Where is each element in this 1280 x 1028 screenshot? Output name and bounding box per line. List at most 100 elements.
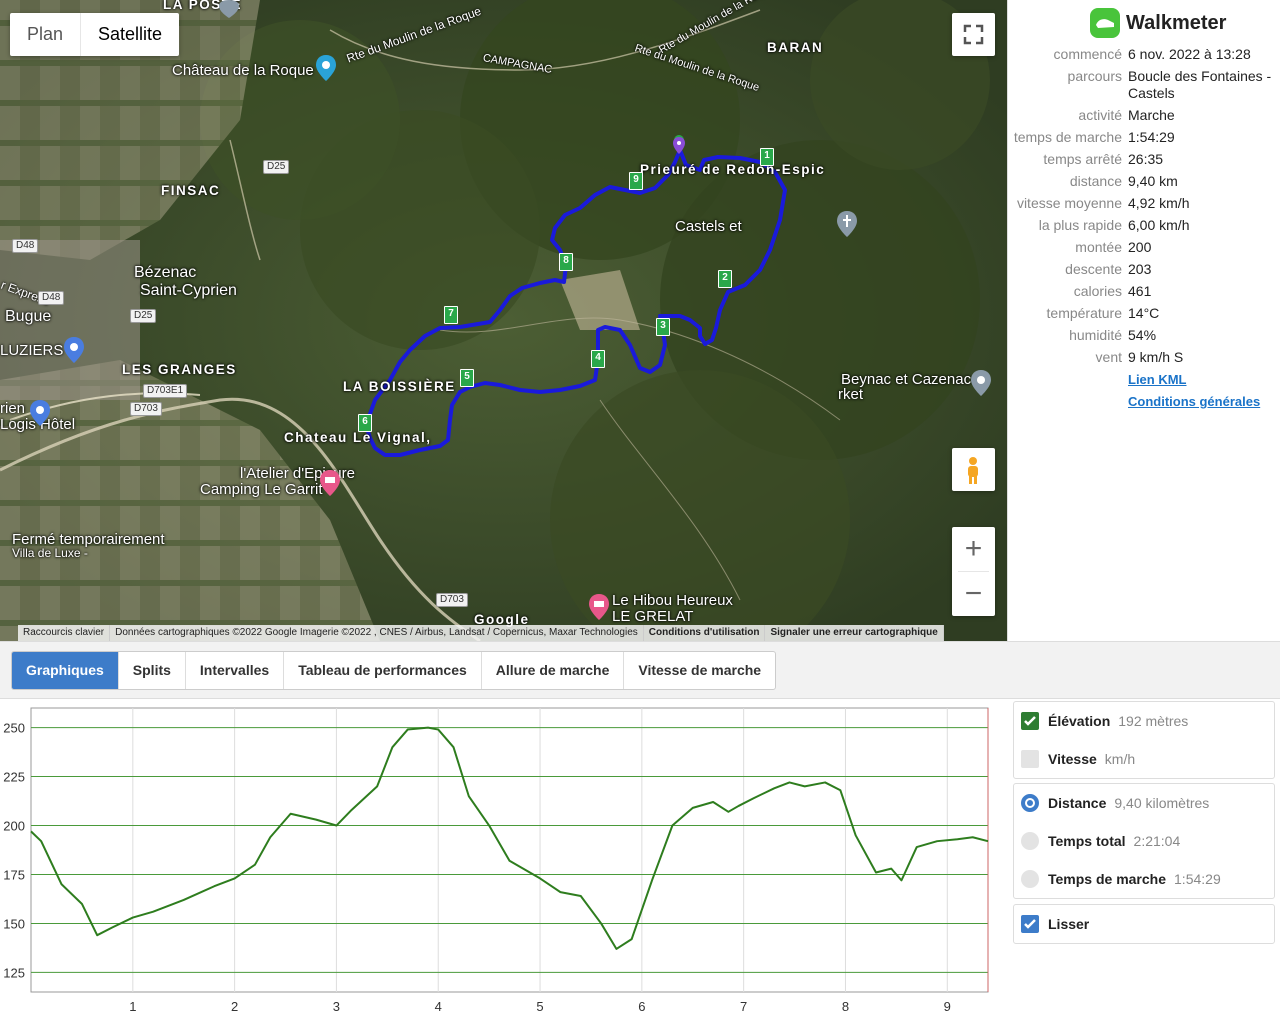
km-marker[interactable]: 6 xyxy=(358,414,372,432)
km-marker[interactable]: 4 xyxy=(591,350,605,368)
plot-area xyxy=(30,707,989,993)
total-time-radio-option[interactable]: Temps total 2:21:04 xyxy=(1014,822,1274,860)
stat-label: montée xyxy=(1075,239,1122,255)
stat-value: 461 xyxy=(1128,283,1152,299)
poi-pin-icon[interactable] xyxy=(320,470,340,496)
plan-button[interactable]: Plan xyxy=(10,13,80,56)
elevation-chart[interactable]: 1 2 3 4 5 6 7 8 9 125 150 175 200 225 250 xyxy=(0,697,1007,1023)
tab-vitesse-de-marche[interactable]: Vitesse de marche xyxy=(624,652,775,689)
tab-splits[interactable]: Splits xyxy=(119,652,186,689)
map-label: LE GRELAT xyxy=(612,608,694,625)
tab-allure-de-marche[interactable]: Allure de marche xyxy=(482,652,625,689)
checkbox-checked-icon[interactable] xyxy=(1021,915,1039,933)
map-label: Villa de Luxe - xyxy=(12,546,88,560)
stat-row: temps arrêté 26:35 xyxy=(1008,151,1280,168)
x-tick-label: 5 xyxy=(536,999,543,1014)
km-marker[interactable]: 9 xyxy=(629,172,643,190)
total-time-value: 2:21:04 xyxy=(1133,833,1181,849)
smooth-toggle[interactable]: Lisser xyxy=(1014,905,1274,943)
road-label: D703 xyxy=(130,402,162,416)
km-marker[interactable]: 2 xyxy=(718,270,732,288)
map-label: Château de la Roque xyxy=(172,62,314,79)
poi-pin-icon[interactable] xyxy=(971,370,991,396)
map-label: FINSAC xyxy=(161,183,221,198)
speed-label: Vitesse xyxy=(1048,751,1097,767)
km-marker[interactable]: 1 xyxy=(760,148,774,166)
x-tick-label: 2 xyxy=(231,999,238,1014)
stat-value: 26:35 xyxy=(1128,151,1164,167)
map-label: LES GRANGES xyxy=(122,362,237,377)
stat-row: humidité 54% xyxy=(1008,327,1280,344)
keyboard-shortcuts-link[interactable]: Raccourcis clavier xyxy=(18,625,111,641)
poi-pin-icon[interactable] xyxy=(316,55,336,81)
speed-unit: km/h xyxy=(1104,751,1136,767)
stat-label: activité xyxy=(1078,107,1122,123)
poi-pin-icon[interactable] xyxy=(30,400,50,426)
y-series-group: Élévation 192 mètres Vitesse km/h xyxy=(1013,701,1275,779)
terms-link[interactable]: Conditions générales xyxy=(1128,393,1280,410)
moving-time-radio-option[interactable]: Temps de marche 1:54:29 xyxy=(1014,860,1274,898)
stat-row: activité Marche xyxy=(1008,107,1280,124)
poi-pin-icon[interactable] xyxy=(219,0,239,18)
speed-toggle[interactable]: Vitesse km/h xyxy=(1014,740,1274,778)
distance-radio-option[interactable]: Distance 9,40 kilomètres xyxy=(1014,784,1274,822)
zoom-in-icon: + xyxy=(964,532,983,565)
stat-value: 6,00 km/h xyxy=(1128,217,1190,233)
walkmeter-logo-icon xyxy=(1090,8,1120,38)
tab-graphiques[interactable]: Graphiques xyxy=(12,652,119,689)
street-view-button[interactable] xyxy=(952,448,995,491)
stat-row: montée 200 xyxy=(1008,239,1280,256)
poi-pin-icon[interactable] xyxy=(64,337,84,363)
app-name: Walkmeter xyxy=(1126,11,1227,34)
x-tick-label: 8 xyxy=(842,999,849,1014)
start-pin-icon[interactable] xyxy=(671,134,687,156)
km-marker[interactable]: 3 xyxy=(656,318,670,336)
tab-tableau-de-performances[interactable]: Tableau de performances xyxy=(284,652,482,689)
km-marker[interactable]: 8 xyxy=(559,253,573,271)
route-map[interactable]: LA POSTE Château de la Roque BARAN Rte d… xyxy=(0,0,1007,641)
tab-intervalles[interactable]: Intervalles xyxy=(186,652,285,689)
stat-row: parcours Boucle des Fontaines - Castels xyxy=(1008,68,1280,102)
zoom-in-button[interactable]: + xyxy=(952,527,995,571)
satellite-button[interactable]: Satellite xyxy=(80,13,179,56)
checkbox-unchecked-icon[interactable] xyxy=(1021,750,1039,768)
kml-link[interactable]: Lien KML xyxy=(1128,371,1280,388)
radio-unselected-icon[interactable] xyxy=(1021,832,1039,850)
km-marker[interactable]: 7 xyxy=(444,306,458,324)
zoom-out-button[interactable]: − xyxy=(952,572,995,616)
y-tick-label: 175 xyxy=(3,867,25,882)
terms-link[interactable]: Conditions d'utilisation xyxy=(643,625,766,641)
radio-unselected-icon[interactable] xyxy=(1021,870,1039,888)
pegman-icon xyxy=(968,457,978,484)
y-tick-label: 200 xyxy=(3,819,25,834)
poi-pin-icon[interactable] xyxy=(837,211,857,237)
map-label: Castels et xyxy=(675,218,742,235)
zoom-out-icon: − xyxy=(964,577,983,610)
road-label: D48 xyxy=(12,239,39,253)
elevation-toggle[interactable]: Élévation 192 mètres xyxy=(1014,702,1274,740)
y-tick-label: 225 xyxy=(3,770,25,785)
map-label: rien xyxy=(0,400,26,417)
km-marker[interactable]: 5 xyxy=(460,369,474,387)
checkbox-checked-icon[interactable] xyxy=(1021,712,1039,730)
activity-info-panel: Walkmeter commencé 6 nov. 2022 à 13:28 par… xyxy=(1007,0,1280,641)
stat-row: calories 461 xyxy=(1008,283,1280,300)
stat-value: 9 km/h S xyxy=(1128,349,1184,365)
smooth-group: Lisser xyxy=(1013,904,1275,944)
stat-row: commencé 6 nov. 2022 à 13:28 xyxy=(1008,46,1280,63)
stat-row: descente 203 xyxy=(1008,261,1280,278)
distance-label: Distance xyxy=(1048,795,1107,811)
x-tick-label: 4 xyxy=(435,999,442,1014)
road-label: D25 xyxy=(263,160,290,174)
y-tick-label: 250 xyxy=(3,721,25,736)
map-label: Camping Le Garrit xyxy=(200,481,323,498)
stat-label: temps arrêté xyxy=(1043,151,1122,167)
stat-value: 200 xyxy=(1128,239,1152,255)
poi-pin-icon[interactable] xyxy=(589,594,609,620)
stat-label: température xyxy=(1046,305,1122,321)
map-label: rket xyxy=(838,386,864,403)
radio-selected-icon[interactable] xyxy=(1021,794,1039,812)
fullscreen-button[interactable] xyxy=(952,13,995,56)
link-row: Lien KML xyxy=(1008,371,1280,388)
report-error-link[interactable]: Signaler une erreur cartographique xyxy=(765,625,944,641)
